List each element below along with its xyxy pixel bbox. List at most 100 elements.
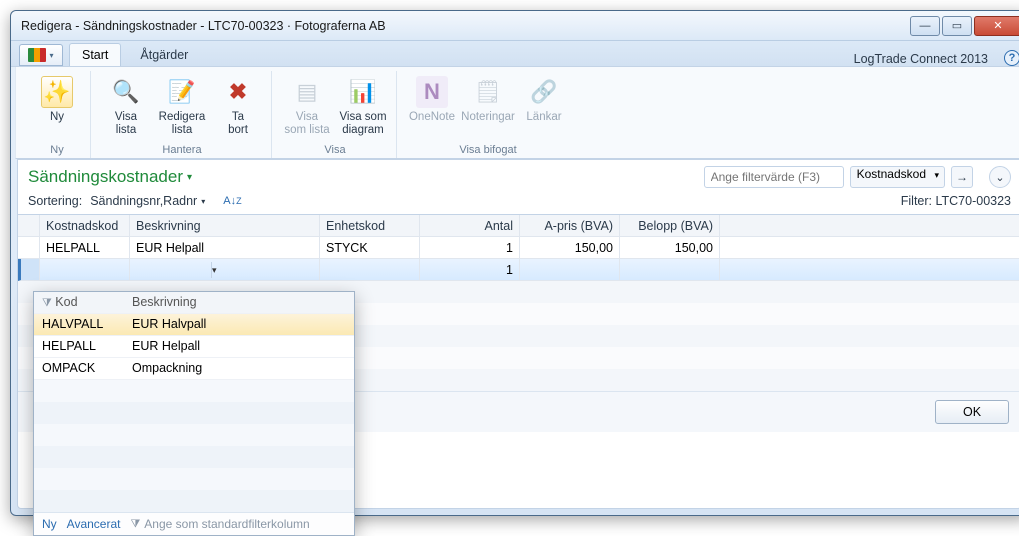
- cell-antal[interactable]: 1: [420, 259, 520, 281]
- filter-column-select[interactable]: Kostnadskod ▾: [850, 166, 945, 188]
- cell-apris[interactable]: [520, 259, 620, 281]
- cell-kostnadskod[interactable]: HELPALL: [40, 237, 130, 259]
- cell-beskrivning[interactable]: [130, 259, 320, 281]
- cell-kostnadskod-editing[interactable]: ▾: [40, 259, 130, 281]
- titlebar: Redigera - Sändningskostnader - LTC70-00…: [11, 11, 1019, 41]
- ok-button[interactable]: OK: [935, 400, 1009, 424]
- noteringar-button[interactable]: 🗒 Noteringar: [461, 71, 515, 142]
- cell-beskrivning[interactable]: EUR Helpall: [130, 237, 320, 259]
- tab-atgarder[interactable]: Åtgärder: [127, 43, 201, 66]
- filter-column-label: Kostnadskod: [857, 167, 926, 181]
- dropdown-advanced-link[interactable]: Avancerat: [67, 517, 121, 531]
- rbtn-label: Visa som lista: [284, 111, 329, 137]
- row-selector[interactable]: [18, 237, 40, 259]
- col-filler: [720, 215, 1019, 237]
- ta-bort-button[interactable]: ✖ Ta bort: [211, 71, 265, 142]
- list-view-icon: ▤: [291, 76, 323, 108]
- maximize-button[interactable]: ▭: [942, 16, 972, 36]
- window-title: Redigera - Sändningskostnader - LTC70-00…: [21, 19, 908, 33]
- window: Redigera - Sändningskostnader - LTC70-00…: [10, 10, 1019, 516]
- rbtn-label: Noteringar: [461, 111, 515, 124]
- filter-funnel-icon: ⧩: [42, 297, 52, 309]
- ribbon-group-label: Visa bifogat: [405, 142, 571, 158]
- sort-row: Sortering: Sändningsnr,Radnr ▾ A↓Z Filte…: [18, 194, 1019, 214]
- sort-az-button[interactable]: A↓Z: [223, 195, 241, 207]
- rbtn-label: Visa som diagram: [339, 111, 386, 137]
- ribbon: ✨ Ny Ny 🔍 Visa lista 📝 Redigera lista ✖: [15, 67, 1019, 159]
- grid-header: Kostnadskod Beskrivning Enhetskod Antal …: [18, 215, 1019, 237]
- chevron-down-icon: ▾: [187, 172, 192, 183]
- dropdown-footer: Ny Avancerat ⧩ Ange som standardfilterko…: [34, 512, 354, 535]
- ribbon-group-ny: ✨ Ny Ny: [24, 71, 91, 158]
- dropdown-row[interactable]: HALVPALL EUR Halvpall: [34, 314, 354, 336]
- col-belopp[interactable]: Belopp (BVA): [620, 215, 720, 237]
- dropdown-header: ⧩ Kod Beskrivning: [34, 292, 354, 314]
- app-logo-icon: [28, 48, 46, 62]
- page-title[interactable]: Sändningskostnader ▾: [28, 167, 192, 187]
- cell-belopp[interactable]: [620, 259, 720, 281]
- ribbon-group-label: Visa: [280, 142, 390, 158]
- col-beskrivning[interactable]: Beskrivning: [130, 215, 320, 237]
- ribbon-group-visa: ▤ Visa som lista 📊 Visa som diagram Visa: [274, 71, 397, 158]
- ribbon-tabstrip: ▾ Start Åtgärder LogTrade Connect 2013 ?: [11, 41, 1019, 67]
- dropdown-cell-beskrivning: Ompackning: [124, 358, 354, 380]
- col-apris[interactable]: A-pris (BVA): [520, 215, 620, 237]
- chevron-down-icon: ▾: [934, 170, 939, 181]
- apply-filter-button[interactable]: →: [951, 166, 973, 188]
- tab-label: Åtgärder: [140, 48, 188, 62]
- col-enhetskod[interactable]: Enhetskod: [320, 215, 420, 237]
- cell-belopp[interactable]: 150,00: [620, 237, 720, 259]
- notes-icon: 🗒: [472, 76, 504, 108]
- link-icon: 🔗: [528, 76, 560, 108]
- ny-button[interactable]: ✨ Ny: [30, 71, 84, 142]
- chevron-down-icon: ⌄: [995, 171, 1004, 184]
- app-name: LogTrade Connect 2013: [854, 52, 992, 66]
- redigera-lista-button[interactable]: 📝 Redigera lista: [155, 71, 209, 142]
- magnifier-icon: 🔍: [110, 76, 142, 108]
- rbtn-label: Visa lista: [115, 111, 137, 137]
- table-row[interactable]: HELPALL EUR Helpall STYCK 1 150,00 150,0…: [18, 237, 1019, 259]
- sort-value-dropdown[interactable]: Sändningsnr,Radnr ▾: [90, 194, 205, 208]
- dropdown-col-beskrivning[interactable]: Beskrivning: [124, 292, 354, 314]
- app-menu-button[interactable]: ▾: [19, 44, 63, 66]
- visa-lista-button[interactable]: 🔍 Visa lista: [99, 71, 153, 142]
- rbtn-label: Ny: [50, 111, 64, 124]
- visa-som-diagram-button[interactable]: 📊 Visa som diagram: [336, 71, 390, 142]
- ribbon-group-visa-bifogat: N OneNote 🗒 Noteringar 🔗 Länkar Visa bif…: [399, 71, 577, 158]
- row-selector[interactable]: [18, 259, 40, 281]
- table-row[interactable]: ▾ 1: [18, 259, 1019, 281]
- dropdown-new-link[interactable]: Ny: [42, 517, 57, 531]
- filter-funnel-icon: ⧩: [130, 518, 140, 531]
- onenote-button[interactable]: N OneNote: [405, 71, 459, 142]
- dropdown-col-kod[interactable]: ⧩ Kod: [34, 292, 124, 314]
- kostnadskod-dropdown: ⧩ Kod Beskrivning HALVPALL EUR Halvpall …: [33, 291, 355, 536]
- filter-value-input[interactable]: [704, 166, 844, 188]
- cell-antal[interactable]: 1: [420, 237, 520, 259]
- row-selector-header: [18, 215, 40, 237]
- minimize-button[interactable]: —: [910, 16, 940, 36]
- close-button[interactable]: ✕: [974, 16, 1019, 36]
- help-icon[interactable]: ?: [1004, 50, 1019, 66]
- rbtn-label: Länkar: [526, 111, 561, 124]
- expand-filters-button[interactable]: ⌄: [989, 166, 1011, 188]
- col-kostnadskod[interactable]: Kostnadskod: [40, 215, 130, 237]
- dropdown-row[interactable]: HELPALL EUR Helpall: [34, 336, 354, 358]
- arrow-right-icon: →: [956, 170, 968, 184]
- onenote-icon: N: [416, 76, 448, 108]
- applied-filter: Filter: LTC70-00323: [901, 194, 1011, 208]
- dropdown-set-default[interactable]: ⧩ Ange som standardfilterkolumn: [130, 517, 309, 531]
- cell-apris[interactable]: 150,00: [520, 237, 620, 259]
- dropdown-cell-kod: OMPACK: [34, 358, 124, 380]
- window-controls: — ▭ ✕: [908, 16, 1019, 36]
- cell-enhetskod[interactable]: [320, 259, 420, 281]
- sort-value-text: Sändningsnr,Radnr: [90, 194, 197, 208]
- lankar-button[interactable]: 🔗 Länkar: [517, 71, 571, 142]
- sort-label: Sortering:: [28, 194, 82, 208]
- dropdown-row[interactable]: OMPACK Ompackning: [34, 358, 354, 380]
- tab-start[interactable]: Start: [69, 43, 121, 66]
- cell-enhetskod[interactable]: STYCK: [320, 237, 420, 259]
- chevron-down-icon: ▾: [49, 51, 53, 60]
- dropdown-empty-rows: [34, 380, 354, 512]
- col-antal[interactable]: Antal: [420, 215, 520, 237]
- visa-som-lista-button[interactable]: ▤ Visa som lista: [280, 71, 334, 142]
